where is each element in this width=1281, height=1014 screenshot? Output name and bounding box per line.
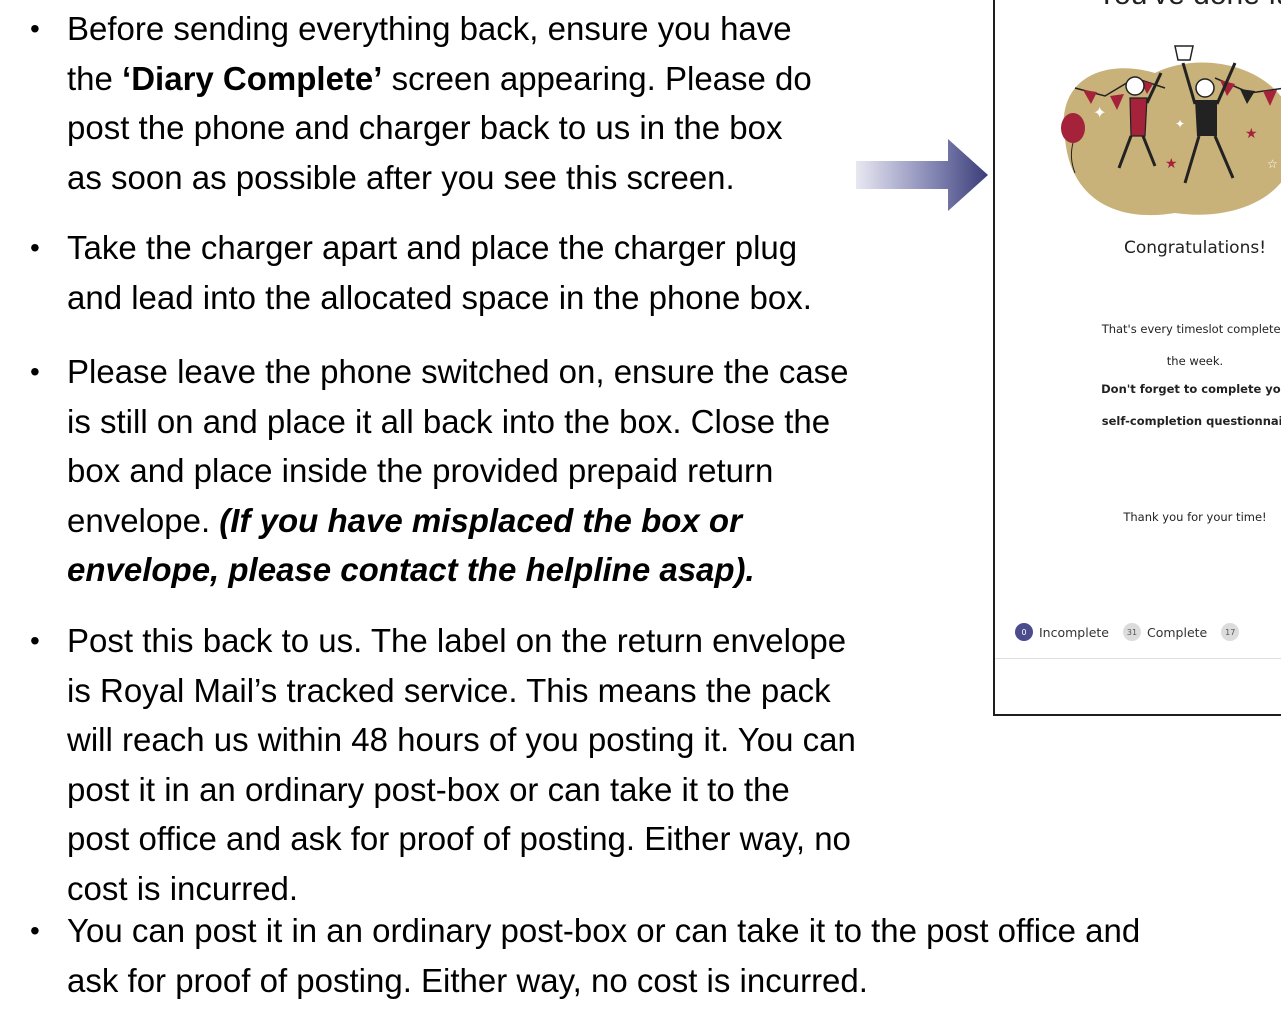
- text-line: will reach us within 48 hours of you pos…: [67, 715, 856, 765]
- text-run: post it in an ordinary post-box or can t…: [67, 770, 790, 808]
- text-run: ask for proof of posting. Either way, no…: [67, 961, 868, 999]
- text-line: post the phone and charger back to us in…: [67, 103, 812, 153]
- bullet-dot: •: [30, 356, 40, 387]
- completion-message: That's every timeslot complete f the wee…: [995, 313, 1281, 377]
- status-summary: 0 Incomplete 31 Complete 17: [1015, 623, 1245, 641]
- svg-text:✦: ✦: [1175, 117, 1185, 131]
- complete-count-badge: 31: [1123, 623, 1141, 641]
- text-run: will reach us within 48 hours of you pos…: [67, 721, 856, 758]
- text-line: You can post it in an ordinary post-box …: [67, 906, 1140, 956]
- bullet-dot: •: [30, 232, 40, 263]
- message-line: That's every timeslot complete f: [1101, 322, 1281, 336]
- text-run: the: [67, 59, 123, 97]
- text-line: and lead into the allocated space in the…: [67, 273, 812, 323]
- bullet-dot: •: [30, 915, 40, 946]
- text-line: box and place inside the provided prepai…: [67, 446, 849, 496]
- text-run: box and place inside the provided prepai…: [67, 452, 774, 489]
- instruction-text: Take the charger apart and place the cha…: [67, 223, 812, 322]
- text-line: envelope, please contact the helpline as…: [67, 545, 849, 595]
- text-run: cost is incurred.: [67, 869, 299, 907]
- text-line: Please leave the phone switched on, ensu…: [67, 347, 849, 397]
- diary-complete-emphasis: ‘Diary Complete’: [122, 59, 383, 97]
- incomplete-count-badge: 0: [1015, 623, 1033, 641]
- text-run: is Royal Mail’s tracked service. This me…: [67, 671, 831, 709]
- instruction-text: Post this back to us. The label on the r…: [67, 616, 856, 913]
- text-run: as soon as possible after you see this s…: [67, 158, 735, 196]
- other-count-badge: 17: [1221, 623, 1240, 641]
- text-run: Take the charger apart and place the cha…: [67, 229, 798, 266]
- incomplete-label: Incomplete: [1039, 624, 1109, 640]
- text-run: Post this back to us. The label on the r…: [67, 622, 847, 659]
- complete-label: Complete: [1147, 624, 1208, 640]
- text-run: and lead into the allocated space in the…: [67, 278, 812, 316]
- text-line: envelope. (If you have misplaced the box…: [67, 496, 849, 546]
- helpline-note: (If you have misplaced the box or: [219, 501, 742, 539]
- bullet-dot: •: [30, 625, 40, 656]
- text-line: Post this back to us. The label on the r…: [67, 616, 856, 666]
- text-line: post it in an ordinary post-box or can t…: [67, 765, 856, 815]
- celebration-illustration: ✦ ★ ★ ✦ ☆: [1061, 45, 1281, 216]
- text-line: post office and ask for proof of posting…: [67, 814, 856, 864]
- arrow-right-icon: [856, 139, 988, 211]
- svg-text:★: ★: [1165, 156, 1178, 172]
- text-run: Please leave the phone switched on, ensu…: [67, 353, 849, 390]
- instruction-text: You can post it in an ordinary post-box …: [67, 906, 1140, 1005]
- reminder-line: Don't forget to complete you: [1101, 382, 1281, 396]
- text-line: Before sending everything back, ensure y…: [67, 4, 812, 54]
- text-run: Before sending everything back, ensure y…: [67, 10, 792, 47]
- text-line: is Royal Mail’s tracked service. This me…: [67, 666, 856, 716]
- bottom-divider: [995, 658, 1281, 659]
- instruction-text: Before sending everything back, ensure y…: [67, 4, 812, 202]
- text-line: ask for proof of posting. Either way, no…: [67, 956, 1140, 1006]
- bullet-dot: •: [30, 13, 40, 44]
- text-line: as soon as possible after you see this s…: [67, 153, 812, 203]
- text-run: You can post it in an ordinary post-box …: [67, 912, 1141, 949]
- svg-text:✦: ✦: [1093, 103, 1106, 122]
- text-run: envelope.: [67, 501, 220, 539]
- helpline-note: envelope, please contact the helpline as…: [67, 551, 755, 588]
- svg-text:☆: ☆: [1267, 157, 1278, 171]
- svg-text:★: ★: [1245, 126, 1258, 142]
- congratulations-title: Congratulations!: [1123, 238, 1267, 258]
- phone-screenshot: You've done fa ✦ ★ ★ ✦ ☆ Congratulations…: [993, 0, 1281, 716]
- reminder-line: self-completion questionnair: [1101, 414, 1281, 428]
- text-line: is still on and place it all back into t…: [67, 397, 849, 447]
- text-line: the ‘Diary Complete’ screen appearing. P…: [67, 54, 812, 104]
- text-run: post office and ask for proof of posting…: [67, 820, 851, 857]
- text-run: screen appearing. Please do: [382, 59, 812, 97]
- thank-you-text: Thank you for your time!: [1123, 510, 1267, 524]
- text-line: Take the charger apart and place the cha…: [67, 223, 812, 273]
- questionnaire-reminder: Don't forget to complete you self-comple…: [995, 373, 1281, 437]
- screen-heading: You've done fa: [995, 0, 1281, 12]
- instruction-text: Please leave the phone switched on, ensu…: [67, 347, 849, 595]
- text-run: post the phone and charger back to us in…: [67, 109, 783, 146]
- text-run: is still on and place it all back into t…: [67, 402, 831, 440]
